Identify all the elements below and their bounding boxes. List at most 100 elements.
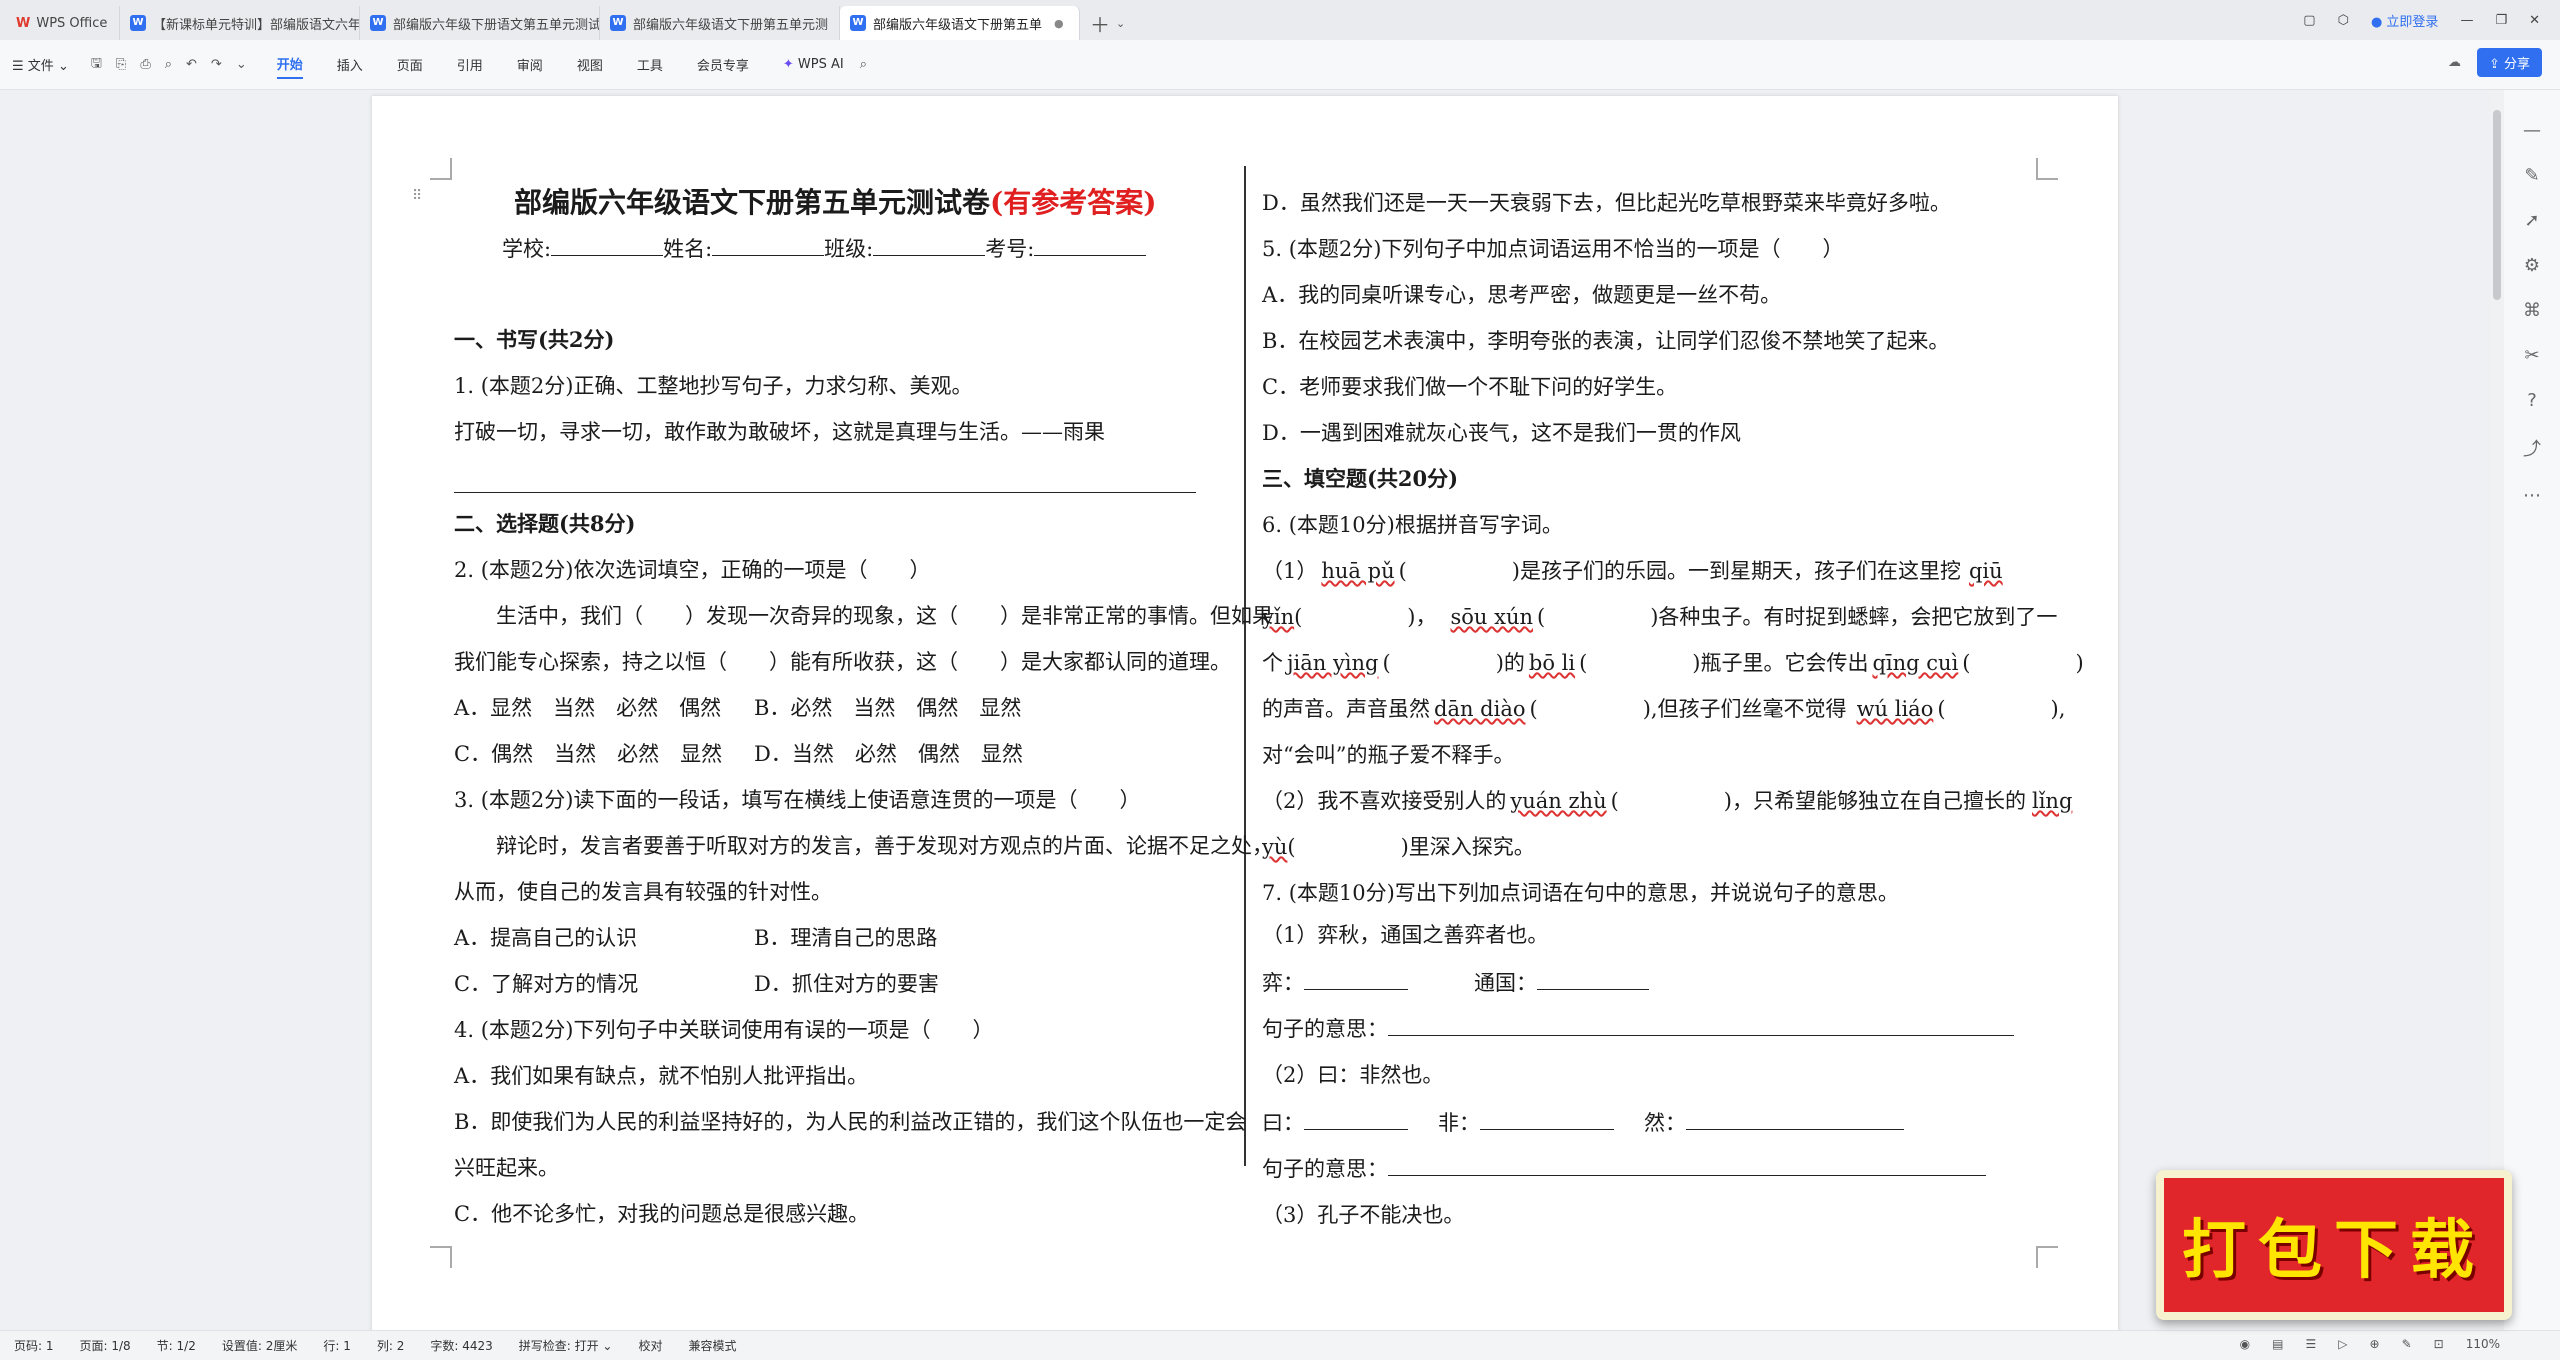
search-icon[interactable]: ⌕ xyxy=(860,57,867,72)
help-icon[interactable]: ? xyxy=(2527,390,2537,411)
answer-blank[interactable] xyxy=(1304,1106,1408,1130)
more-icon[interactable]: ⌄ xyxy=(236,57,247,72)
school-blank[interactable] xyxy=(551,232,664,256)
option-a[interactable]: A．显然 当然 必然 偶然 xyxy=(454,685,754,731)
redo-icon[interactable]: ↷ xyxy=(211,57,222,72)
fit-icon[interactable]: ⊡ xyxy=(2434,1337,2444,1351)
outline-icon[interactable]: ☰ xyxy=(2306,1337,2317,1351)
option-a[interactable]: A．我的同桌听课专心，思考严密，做题更是一丝不苟。 xyxy=(1262,272,1781,318)
tab-document-1[interactable]: W 【新课标单元特训】部编版语文六年 xyxy=(120,6,360,40)
eye-icon[interactable]: ◉ xyxy=(2240,1337,2250,1351)
play-icon[interactable]: ▷ xyxy=(2338,1337,2347,1351)
option-c[interactable]: C．偶然 当然 必然 显然 xyxy=(454,731,754,777)
option-b[interactable]: B．必然 当然 偶然 显然 xyxy=(754,696,1021,720)
menu-review[interactable]: 审阅 xyxy=(517,51,543,78)
section-heading: 二、选择题(共8分) xyxy=(454,511,636,536)
option-b[interactable]: B．在校园艺术表演中，李明夸张的表演，让同学们忍俊不禁地笑了起来。 xyxy=(1262,318,1949,364)
new-tab-button[interactable]: ＋ ⌄ xyxy=(1080,6,1135,40)
cloud-icon[interactable]: ☁ xyxy=(2448,55,2461,70)
status-page[interactable]: 页码: 1 xyxy=(14,1337,54,1354)
print-icon[interactable]: ⎙ xyxy=(140,57,150,72)
scroll-thumb[interactable] xyxy=(2493,110,2501,300)
menu-tools[interactable]: 工具 xyxy=(637,51,663,78)
vertical-scrollbar[interactable] xyxy=(2490,90,2504,1330)
menu-view[interactable]: 视图 xyxy=(577,51,603,78)
answer-blank[interactable] xyxy=(1686,1106,1904,1130)
tab-document-2[interactable]: W 部编版六年级下册语文第五单元测试 xyxy=(360,6,600,40)
answer-blank[interactable] xyxy=(1537,966,1649,990)
tab-document-3[interactable]: W 部编版六年级语文下册第五单元测 ● xyxy=(600,6,840,40)
tab-wps-home[interactable]: W WPS Office xyxy=(0,6,120,40)
option-d[interactable]: D．抓住对方的要害 xyxy=(754,972,939,996)
file-menu[interactable]: ☰ 文件 ⌄ xyxy=(12,55,69,74)
name-blank[interactable] xyxy=(712,232,825,256)
menu-references[interactable]: 引用 xyxy=(457,51,483,78)
option-d[interactable]: D．一遇到困难就灰心丧气，这不是我们一贯的作风 xyxy=(1262,410,1741,456)
status-pages[interactable]: 页面: 1/8 xyxy=(80,1337,131,1354)
share-button[interactable]: ⇪ 分享 xyxy=(2476,48,2542,77)
collapse-icon[interactable]: — xyxy=(2523,120,2541,141)
question-2-text: 生活中，我们（ ）发现一次奇异的现象，这（ ）是非常正常的事情。但如果 xyxy=(496,604,1273,628)
chevron-down-icon[interactable]: ⌄ xyxy=(1116,17,1125,30)
minimize-icon[interactable]: — xyxy=(2460,13,2473,28)
tab-label: 【新课标单元特训】部编版语文六年 xyxy=(153,17,360,33)
answer-blank[interactable] xyxy=(1388,1152,1986,1176)
download-banner-label: 打包下载 xyxy=(2182,1213,2486,1288)
tab-document-4[interactable]: W 部编版六年级语文下册第五单 ● xyxy=(840,6,1080,40)
more-options-icon[interactable]: ⋯ xyxy=(2523,485,2541,506)
print-preview-icon[interactable]: ⌕ xyxy=(165,57,172,72)
login-button[interactable]: ● 立即登录 xyxy=(2371,11,2439,30)
status-setting[interactable]: 设置值: 2厘米 xyxy=(222,1337,298,1354)
zoom-level[interactable]: 110% xyxy=(2466,1337,2500,1351)
cube-icon[interactable]: ⬡ xyxy=(2338,13,2349,28)
question-3-text: 从而，使自己的发言具有较强的针对性。 xyxy=(454,880,832,904)
tools-icon[interactable]: ✂ xyxy=(2524,345,2539,366)
document-page[interactable]: ⠿ 部编版六年级语文下册第五单元测试卷(有参考答案) 学校: 姓名: 班级: 考号: … xyxy=(372,96,2118,1336)
web-view-icon[interactable]: ⊕ xyxy=(2370,1337,2380,1351)
close-window-icon[interactable]: ✕ xyxy=(2529,13,2540,28)
option-d[interactable]: D．当然 必然 偶然 显然 xyxy=(754,742,1023,766)
select-icon[interactable]: ➚ xyxy=(2524,210,2539,231)
option-c[interactable]: C．了解对方的情况 xyxy=(454,961,754,1007)
class-blank[interactable] xyxy=(873,232,986,256)
menu-member[interactable]: 会员专享 xyxy=(697,51,749,78)
status-section[interactable]: 节: 1/2 xyxy=(157,1337,196,1354)
page-view-icon[interactable]: ▤ xyxy=(2272,1337,2283,1351)
menu-wps-ai[interactable]: ✦ WPS AI xyxy=(783,53,844,76)
option-a[interactable]: A．我们如果有缺点，就不怕别人批评指出。 xyxy=(454,1053,868,1099)
title-text: 部编版六年级语文下册第五单元测试卷 xyxy=(514,186,991,219)
option-b[interactable]: B．理清自己的思路 xyxy=(754,926,937,950)
answer-blank[interactable] xyxy=(1388,1012,2014,1036)
answer-line[interactable] xyxy=(454,455,1196,501)
question-6: 6. (本题10分)根据拼音写字词。 xyxy=(1262,513,1563,537)
option-c[interactable]: C．他不论多忙，对我的问题总是很感兴趣。 xyxy=(454,1191,869,1237)
answer-row: 句子的意思： xyxy=(1262,1006,2014,1052)
undo-icon[interactable]: ↶ xyxy=(186,57,197,72)
menu-page[interactable]: 页面 xyxy=(397,51,423,78)
option-b[interactable]: B．即使我们为人民的利益坚持好的，为人民的利益改正错的，我们这个队伍也一定会 xyxy=(454,1099,1246,1145)
translate-icon[interactable]: ⌘ xyxy=(2523,300,2541,321)
proofread-button[interactable]: 校对 xyxy=(638,1337,662,1354)
pen-icon[interactable]: ✎ xyxy=(2524,165,2539,186)
export-pdf-icon[interactable]: ⎘ xyxy=(116,57,126,72)
menu-insert[interactable]: 插入 xyxy=(337,51,363,78)
exam-no-blank[interactable] xyxy=(1034,232,1147,256)
edit-icon[interactable]: ✎ xyxy=(2402,1337,2412,1351)
status-words[interactable]: 字数: 4423 xyxy=(430,1337,492,1354)
download-banner[interactable]: 打包下载 xyxy=(2156,1170,2512,1320)
restore-icon[interactable]: ❐ xyxy=(2495,13,2507,28)
save-icon[interactable]: 🖫 xyxy=(91,54,102,76)
answer-blank[interactable] xyxy=(1480,1106,1614,1130)
settings-icon[interactable]: ⚙ xyxy=(2524,255,2540,276)
spell-check-toggle[interactable]: 拼写检查: 打开 ⌄ xyxy=(519,1337,613,1354)
layout-icon[interactable]: ▢ xyxy=(2303,13,2315,28)
option-d[interactable]: D．虽然我们还是一天一天衰弱下去，但比起光吃草根野菜来毕竟好多啦。 xyxy=(1262,180,1951,226)
share-icon[interactable]: ⤴ xyxy=(2523,435,2541,461)
option-a[interactable]: A．提高自己的认识 xyxy=(454,915,754,961)
drag-handle-icon[interactable]: ⠿ xyxy=(412,188,422,204)
menu-home[interactable]: 开始 xyxy=(276,50,303,79)
close-icon[interactable]: ● xyxy=(1054,17,1064,30)
option-c[interactable]: C．老师要求我们做一个不耻下问的好学生。 xyxy=(1262,364,1677,410)
answer-blank[interactable] xyxy=(1304,966,1408,990)
word-doc-icon: W xyxy=(370,15,386,31)
